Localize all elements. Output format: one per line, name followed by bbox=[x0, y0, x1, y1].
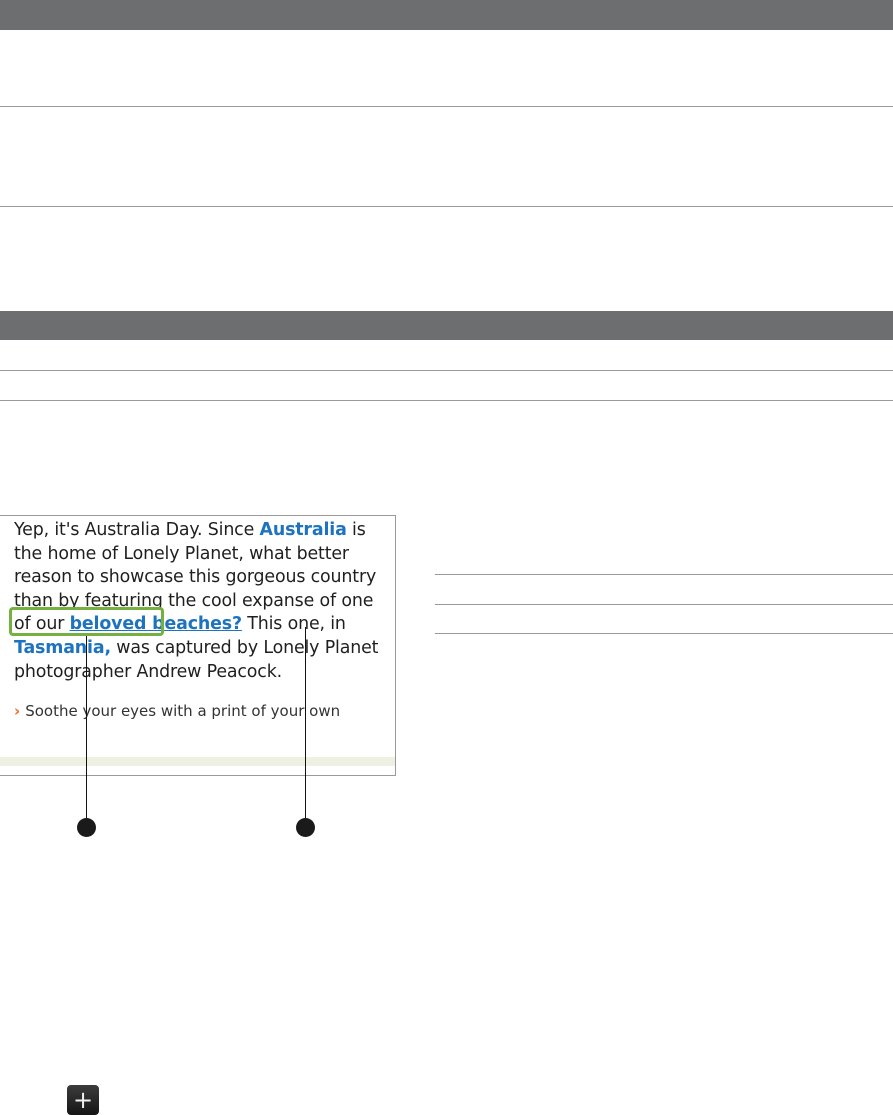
article-paragraph: Yep, it's Australia Day. Since Australia… bbox=[14, 519, 392, 684]
table-2-header bbox=[0, 311, 893, 340]
callout-2-marker bbox=[296, 818, 315, 837]
table-2-bottom-border bbox=[0, 400, 893, 401]
selected-link-highlight bbox=[9, 607, 164, 636]
callout-1-line bbox=[86, 636, 87, 818]
callout-2-line bbox=[305, 627, 306, 818]
plus-icon[interactable]: + bbox=[67, 1085, 99, 1115]
callout-1-marker bbox=[77, 818, 96, 837]
tasmania-link[interactable]: Tasmania, bbox=[14, 638, 111, 658]
chevron-right-icon: › bbox=[14, 702, 21, 720]
table-1-bottom-border bbox=[0, 206, 893, 207]
print-link[interactable]: › Soothe your eyes with a print of your o… bbox=[14, 702, 340, 720]
paragraph-text: Yep, it's Australia Day. Since bbox=[14, 520, 260, 540]
table-2-row-divider bbox=[0, 370, 893, 371]
table-3-bottom-border bbox=[435, 633, 893, 634]
table-3-top-border bbox=[435, 574, 893, 575]
table-1-row-divider bbox=[0, 106, 893, 107]
paragraph-text: This one, in bbox=[241, 614, 346, 635]
table-1-header bbox=[0, 0, 893, 30]
australia-link[interactable]: Australia bbox=[260, 520, 347, 540]
screenshot-bottom-strip bbox=[0, 757, 395, 766]
table-3-row-divider bbox=[435, 604, 893, 605]
print-link-label: Soothe your eyes with a print of your ow… bbox=[25, 702, 341, 720]
